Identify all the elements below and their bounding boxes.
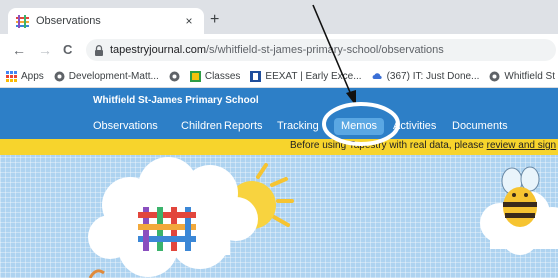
bookmarks-bar: Apps Development-Matt... Classes EEXAT |… xyxy=(0,66,558,88)
menu-item-children[interactable]: Children xyxy=(181,118,222,134)
bookmark-label: (367) IT: Just Done... xyxy=(386,71,480,82)
url-path: /s/whitfield-st-james-primary-school/obs… xyxy=(206,44,444,56)
tapestry-favicon-icon xyxy=(16,14,29,28)
bookmark-eexat[interactable]: EEXAT | Early Exce... xyxy=(250,71,362,82)
back-arrow-icon[interactable]: ← xyxy=(12,41,26,59)
browser-tabstrip: Observations × + xyxy=(0,0,558,34)
url-host: tapestryjournal.com xyxy=(110,44,206,56)
bookmark-it-just-done[interactable]: (367) IT: Just Done... xyxy=(372,71,480,82)
globe-icon xyxy=(169,71,180,82)
bookmark-whitfield-st-james[interactable]: Whitfield St James'... xyxy=(489,71,558,82)
school-name[interactable]: Whitfield St-James Primary School xyxy=(93,95,259,106)
hero-banner xyxy=(0,155,558,278)
main-menu: Observations Children Reports Tracking M… xyxy=(0,118,558,138)
reload-icon[interactable]: C xyxy=(63,41,72,59)
bookmark-label: EEXAT | Early Exce... xyxy=(265,71,362,82)
notice-prefix: Before using Tapestry with real data, pl… xyxy=(290,140,487,151)
globe-icon xyxy=(489,71,500,82)
decorative-swoosh xyxy=(88,269,105,278)
forward-arrow-icon[interactable]: → xyxy=(38,41,52,59)
notice-banner: Before using Tapestry with real data, pl… xyxy=(0,139,558,155)
url-text: tapestryjournal.com/s/whitfield-st-james… xyxy=(110,44,444,56)
bookmark-apps[interactable]: Apps xyxy=(6,71,44,82)
tab-title: Observations xyxy=(36,15,101,27)
review-and-sign-link[interactable]: review and sign xyxy=(487,140,556,151)
menu-item-documents[interactable]: Documents xyxy=(452,118,508,134)
browser-toolbar: ← → C tapestryjournal.com/s/whitfield-st… xyxy=(0,34,558,66)
hero-illustration xyxy=(88,157,558,278)
bookmark-development-matters[interactable]: Development-Matt... xyxy=(54,71,159,82)
tab-close-icon[interactable]: × xyxy=(182,14,196,28)
apps-grid-icon xyxy=(6,71,17,82)
bookmark-untitled[interactable] xyxy=(169,71,180,82)
menu-item-tracking[interactable]: Tracking xyxy=(277,118,319,134)
cloud-icon xyxy=(372,73,382,79)
bookmark-label: Classes xyxy=(204,71,241,82)
site-header: Whitfield St-James Primary School Observ… xyxy=(0,88,558,139)
bookmark-classes[interactable]: Classes xyxy=(189,71,241,82)
menu-item-memos[interactable]: Memos xyxy=(334,118,385,135)
bee-illustration xyxy=(501,166,540,227)
menu-item-activities[interactable]: Activities xyxy=(393,118,436,134)
lock-icon xyxy=(95,44,103,56)
address-bar[interactable]: tapestryjournal.com/s/whitfield-st-james… xyxy=(86,39,556,61)
new-tab-icon[interactable]: + xyxy=(210,11,219,29)
menu-item-reports[interactable]: Reports xyxy=(224,118,263,134)
browser-tab-observations[interactable]: Observations × xyxy=(8,8,204,34)
notice-text: Before using Tapestry with real data, pl… xyxy=(290,140,558,151)
eexat-icon xyxy=(250,71,262,82)
bookmark-label: Whitfield St James'... xyxy=(504,71,558,82)
globe-icon xyxy=(54,71,65,82)
classes-icon xyxy=(189,71,201,82)
bookmark-label: Apps xyxy=(21,71,44,82)
bookmark-label: Development-Matt... xyxy=(68,71,159,82)
menu-item-observations[interactable]: Observations xyxy=(93,118,158,134)
